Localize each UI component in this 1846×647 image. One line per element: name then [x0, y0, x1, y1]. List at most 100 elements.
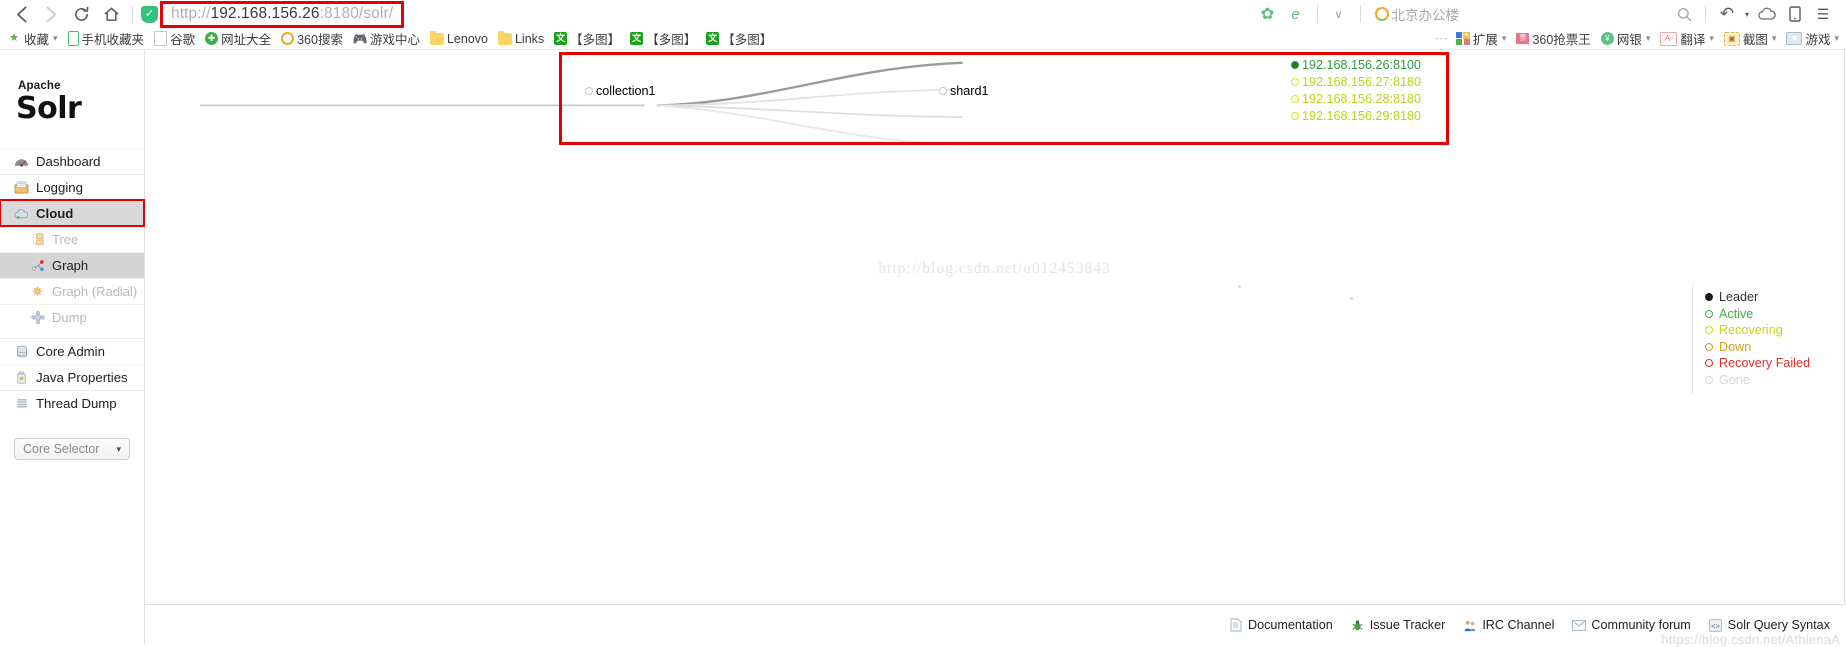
chevron-down-icon: ▾ — [1709, 33, 1714, 43]
toolbar-translate[interactable]: A▫ 翻译 ▾ — [1655, 29, 1719, 49]
document-icon — [1229, 618, 1243, 632]
bookmark-360-search[interactable]: 360搜索 — [276, 29, 348, 49]
toolbar-games[interactable]: ◉ 游戏 ▾ — [1781, 29, 1844, 49]
search-icon[interactable] — [1671, 1, 1697, 27]
node-dot-icon — [939, 87, 947, 95]
sidebar-item-label: Thread Dump — [36, 396, 117, 411]
undo-icon[interactable]: ↶ — [1714, 1, 1740, 27]
bookmark-duotu-3[interactable]: 文 【多图】 — [701, 29, 777, 49]
location-indicator[interactable]: 北京办公楼 — [1374, 4, 1459, 24]
footer-link-documentation[interactable]: Documentation — [1229, 618, 1333, 632]
chevron-down-icon[interactable]: ∨ — [1326, 1, 1352, 27]
forward-button[interactable] — [36, 0, 66, 28]
bookmark-label: 手机收藏夹 — [81, 33, 145, 47]
bookmark-duotu-2[interactable]: 文 【多图】 — [625, 29, 701, 49]
sidebar-item-label: Graph (Radial) — [52, 284, 138, 299]
sidebar-item-dump[interactable]: Dump — [0, 304, 144, 330]
graph-node-label: 192.168.156.26:8100 — [1302, 58, 1422, 72]
footer-link-label: Issue Tracker — [1369, 618, 1446, 632]
java-icon — [14, 370, 29, 385]
phone-icon — [67, 31, 79, 46]
bookmark-site-directory[interactable]: ✚ 网址大全 — [200, 29, 276, 49]
sidebar-item-graph-radial[interactable]: ✵ Graph (Radial) — [0, 278, 144, 304]
bookmark-label: 游戏中心 — [369, 33, 420, 47]
edge-e-icon[interactable]: e — [1283, 1, 1309, 27]
reload-button[interactable] — [66, 0, 96, 28]
address-bar[interactable]: ✓ http://192.168.156.26:8180/solr/ — [141, 0, 405, 28]
graph-node-replica-1[interactable]: 192.168.156.26:8100 — [1291, 58, 1421, 72]
sidebar-item-dashboard[interactable]: Dashboard — [0, 148, 144, 174]
sidebar-item-java-properties[interactable]: Java Properties — [0, 364, 144, 390]
sidebar-item-tree[interactable]: Tree — [0, 226, 144, 252]
sidebar-item-thread-dump[interactable]: Thread Dump — [0, 390, 144, 416]
people-icon — [1463, 618, 1477, 632]
legend-label: Recovery Failed — [1719, 356, 1810, 370]
sidebar-item-logging[interactable]: Logging — [0, 174, 144, 200]
sidebar-item-label: Dump — [52, 310, 87, 325]
graph-node-replica-3[interactable]: 192.168.156.28:8180 — [1291, 92, 1421, 106]
page-icon — [154, 31, 168, 46]
footer-link-label: Documentation — [1248, 618, 1333, 632]
graph-node-replica-4[interactable]: 192.168.156.29:8180 — [1291, 109, 1421, 123]
footer-link-solr-query-syntax[interactable]: <> Solr Query Syntax — [1709, 618, 1830, 632]
overflow-dots-icon[interactable]: ⋮ — [1432, 32, 1451, 45]
legend-row-recovery-failed: Recovery Failed — [1705, 355, 1844, 372]
footer-link-issue-tracker[interactable]: Issue Tracker — [1351, 618, 1446, 632]
content-area: collection1 shard1 192.168.156.26:8100 1… — [144, 50, 1846, 647]
graph-node-replica-2[interactable]: 192.168.156.27:8180 — [1291, 75, 1421, 89]
core-selector-dropdown[interactable]: Core Selector ▾ — [14, 438, 130, 460]
legend-dot-icon — [1705, 375, 1713, 384]
sidebar-item-graph[interactable]: Graph — [0, 252, 144, 278]
node-dot-icon — [1291, 78, 1299, 86]
sidebar: Apache Solr Dashboard Logging Cloud Tree… — [0, 50, 145, 645]
toolbar-ticket-grabber[interactable]: 票 360抢票王 — [1511, 29, 1595, 49]
menu-icon[interactable]: ☰ — [1810, 1, 1836, 27]
graph-node-collection[interactable]: collection1 — [585, 84, 656, 98]
graph-icon — [30, 258, 45, 273]
star-icon: ★ — [9, 32, 19, 44]
chevron-down-icon: ▾ — [53, 33, 58, 43]
graph-node-label: shard1 — [950, 84, 989, 98]
toolbar-label: 360抢票王 — [1532, 33, 1591, 47]
home-button[interactable] — [96, 0, 126, 28]
bookmark-mobile-favorites[interactable]: 手机收藏夹 — [63, 29, 150, 49]
cloud-graph-panel[interactable]: collection1 shard1 192.168.156.26:8100 1… — [145, 50, 1845, 605]
graph-node-shard[interactable]: shard1 — [939, 84, 989, 98]
folder-icon — [429, 30, 444, 45]
graph-node-label: 192.168.156.27:8180 — [1302, 75, 1422, 89]
bookmark-favorites[interactable]: ★ 收藏 ▾ — [2, 29, 63, 49]
toolbar-divider — [132, 5, 133, 23]
legend-label: Active — [1719, 306, 1754, 321]
toolbar-screenshot[interactable]: ▣ 截图 ▾ — [1719, 29, 1782, 49]
translate-icon: A▫ — [1660, 31, 1678, 46]
bookmarks-bar: ★ 收藏 ▾ 手机收藏夹 谷歌 ✚ 网址大全 360搜索 🎮 游戏中心 Leno… — [0, 28, 1846, 50]
sidebar-item-label: Graph — [52, 258, 89, 273]
bookmark-game-center[interactable]: 🎮 游戏中心 — [348, 29, 425, 49]
footer-link-irc-channel[interactable]: IRC Channel — [1463, 618, 1554, 632]
sidebar-item-cloud[interactable]: Cloud — [0, 199, 145, 227]
gamepad-icon: 🎮 — [352, 31, 368, 46]
game-icon: ◉ — [1786, 32, 1803, 45]
graph-node-label: collection1 — [596, 84, 656, 98]
cloud-icon[interactable] — [1754, 1, 1780, 27]
graph-watermark: http://blog.csdn.net/u012453843 — [878, 260, 1111, 277]
toolbar-label: 游戏 — [1805, 33, 1831, 47]
bookmark-label: 【多图】 — [570, 33, 621, 47]
undo-caret-icon[interactable]: ▾ — [1742, 1, 1752, 27]
graph-node-label: 192.168.156.29:8180 — [1302, 109, 1422, 123]
solr-logo[interactable]: Apache Solr — [16, 74, 132, 132]
legend-row-down: Down — [1705, 339, 1844, 356]
bookmark-google[interactable]: 谷歌 — [149, 29, 200, 49]
footer-link-community-forum[interactable]: Community forum — [1572, 618, 1691, 632]
phone-icon[interactable] — [1782, 1, 1808, 27]
bookmark-folder-lenovo[interactable]: Lenovo — [425, 29, 493, 49]
bookmark-folder-links[interactable]: Links — [493, 29, 549, 49]
sidebar-item-core-admin[interactable]: Core Admin — [0, 338, 144, 364]
thread-icon — [14, 396, 29, 411]
flower-icon[interactable]: ✿ — [1255, 1, 1281, 27]
toolbar-extensions[interactable]: + 扩展 ▾ — [1451, 29, 1512, 49]
back-button[interactable] — [6, 0, 36, 28]
toolbar-online-bank[interactable]: ¥ 网银 ▾ — [1596, 29, 1656, 49]
bookmark-duotu-1[interactable]: 文 【多图】 — [549, 29, 625, 49]
legend-label: Down — [1719, 339, 1752, 354]
